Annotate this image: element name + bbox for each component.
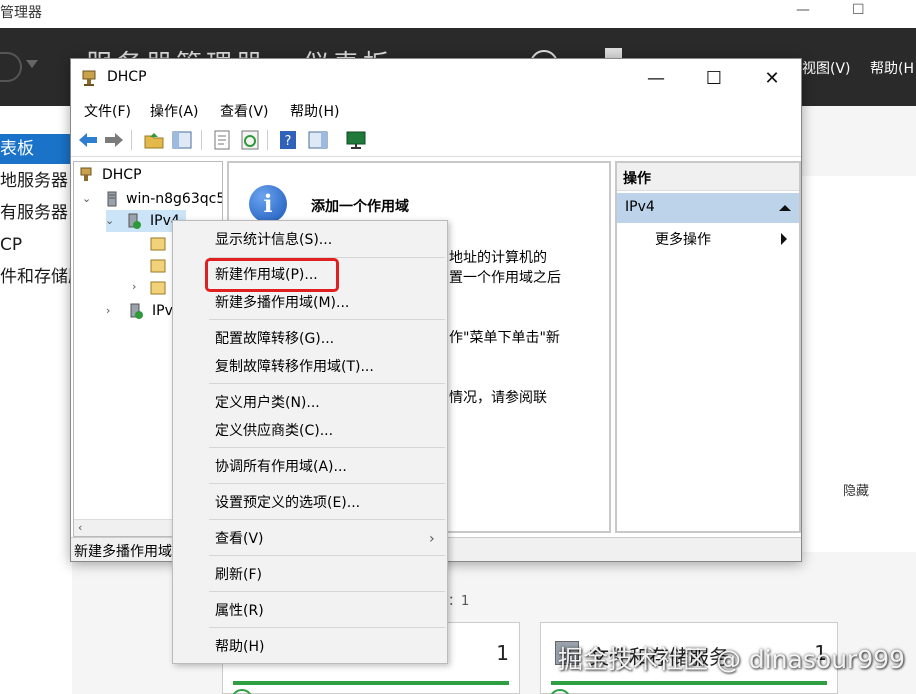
- menu-separator: [209, 555, 445, 556]
- sidebar-item-dashboard[interactable]: 表板: [0, 134, 72, 164]
- status-text: 新建多播作用域: [74, 544, 172, 560]
- center-title: 添加一个作用域: [311, 199, 409, 215]
- center-text-line: 地址的计算机的: [449, 250, 547, 266]
- sidebar-item-local-server[interactable]: 地服务器: [0, 166, 72, 196]
- server-options-icon[interactable]: [150, 236, 166, 252]
- menu-item-show-statistics[interactable]: 显示统计信息(S)...: [173, 225, 447, 255]
- menu-separator: [209, 447, 445, 448]
- maximize-button[interactable]: ☐: [685, 59, 743, 97]
- console-tree-icon[interactable]: [171, 129, 193, 151]
- svg-text:?: ?: [285, 134, 292, 149]
- toolbar-separator: [131, 130, 132, 150]
- hide-link[interactable]: 隐藏: [843, 480, 869, 499]
- sidebar-item-file-storage[interactable]: 件和存储服: [0, 262, 72, 292]
- menu-separator: [209, 627, 445, 628]
- dhcp-titlebar[interactable]: DHCP — ☐ ✕: [71, 59, 801, 97]
- actions-section-label: IPv4: [625, 199, 655, 215]
- server-manager-menu-view[interactable]: 视图(V): [802, 58, 851, 78]
- role-group-label: ：1: [448, 594, 470, 609]
- scroll-left-icon[interactable]: ‹: [78, 521, 82, 534]
- ipv6-icon: [130, 303, 143, 319]
- context-menu: 显示统计信息(S)... 新建作用域(P)... 新建多播作用域(M)... 配…: [172, 220, 448, 664]
- ipv4-icon: [128, 213, 141, 229]
- chevron-down-icon[interactable]: ⌄: [82, 188, 92, 210]
- help-icon[interactable]: ?: [277, 129, 299, 151]
- watermark: 掘金技术社区 @ dinasour999: [558, 645, 906, 674]
- center-text-line: 情况，请参阅联: [449, 390, 547, 406]
- dhcp-toolbar: ?: [71, 123, 801, 157]
- toolbar-separator: [201, 130, 202, 150]
- chevron-right-icon[interactable]: [781, 233, 787, 245]
- menu-separator: [209, 383, 445, 384]
- toolbar-separator: [267, 130, 268, 150]
- center-text-line: 作"菜单下单击"新: [449, 330, 560, 346]
- tile-count: 1: [496, 641, 509, 665]
- properties-icon[interactable]: [211, 129, 233, 151]
- menu-item-configure-failover[interactable]: 配置故障转移(G)...: [173, 324, 447, 354]
- menu-item-define-vendor-classes[interactable]: 定义供应商类(C)...: [173, 416, 447, 446]
- server-icon: [107, 191, 117, 207]
- menu-separator: [209, 591, 445, 592]
- menu-item-properties[interactable]: 属性(R): [173, 596, 447, 626]
- up-folder-icon[interactable]: [143, 129, 165, 151]
- monitor-icon[interactable]: [345, 129, 367, 151]
- menu-item-view[interactable]: 查看(V): [173, 524, 447, 554]
- menu-file[interactable]: 文件(F): [84, 101, 131, 121]
- info-icon: i: [249, 185, 287, 223]
- chevron-right-icon[interactable]: ›: [132, 276, 142, 298]
- menu-separator: [209, 483, 445, 484]
- server-manager-title: 管理器: [0, 5, 42, 21]
- menu-separator: [209, 519, 445, 520]
- menu-view[interactable]: 查看(V): [220, 101, 269, 121]
- menu-item-set-predefined-options[interactable]: 设置预定义的选项(E)...: [173, 488, 447, 518]
- tree-label-server: win-n8g63qc5: [126, 191, 223, 207]
- server-manager-minimize-button[interactable]: —: [796, 2, 810, 18]
- status-ok-icon: [231, 689, 253, 694]
- tile-status-bar: [233, 681, 509, 685]
- menu-help[interactable]: 帮助(H): [290, 101, 339, 121]
- collapse-icon[interactable]: [779, 205, 791, 211]
- action-pane-icon[interactable]: [307, 129, 329, 151]
- menu-action[interactable]: 操作(A): [150, 101, 199, 121]
- actions-pane: 操作 IPv4 更多操作: [615, 161, 801, 533]
- sidebar-item-all-servers[interactable]: 有服务器: [0, 198, 72, 228]
- sidebar-item-dhcp[interactable]: CP: [0, 230, 72, 260]
- server-manager-titlebar: 管理器 — ☐: [0, 0, 916, 28]
- center-text-line: 置一个作用域之后: [449, 270, 561, 286]
- status-ok-icon: [549, 689, 571, 694]
- filters-icon[interactable]: [150, 280, 166, 296]
- refresh-icon[interactable]: [239, 129, 261, 151]
- menu-item-reconcile-all-scopes[interactable]: 协调所有作用域(A)...: [173, 452, 447, 482]
- server-manager-maximize-button[interactable]: ☐: [852, 2, 865, 18]
- menu-item-help[interactable]: 帮助(H): [173, 632, 447, 662]
- tree-label-dhcp: DHCP: [102, 167, 142, 183]
- menu-item-refresh[interactable]: 刷新(F): [173, 560, 447, 590]
- actions-header: 操作: [617, 163, 799, 191]
- close-button[interactable]: ✕: [743, 59, 801, 97]
- actions-section-ipv4[interactable]: IPv4: [617, 193, 799, 223]
- more-actions[interactable]: 更多操作: [655, 229, 711, 249]
- chevron-down-icon[interactable]: ⌄: [105, 210, 115, 232]
- minimize-button[interactable]: —: [627, 59, 685, 97]
- chevron-right-icon[interactable]: ›: [106, 300, 116, 322]
- policies-icon[interactable]: [150, 258, 166, 274]
- chevron-down-icon[interactable]: [26, 60, 38, 68]
- menu-item-new-multicast-scope[interactable]: 新建多播作用域(M)...: [173, 288, 447, 318]
- submenu-arrow-icon: ›: [429, 531, 435, 547]
- server-manager-menu-help[interactable]: 帮助(H: [870, 58, 914, 78]
- dhcp-window-title: DHCP: [107, 69, 147, 85]
- dhcp-app-icon: [82, 70, 96, 86]
- dhcp-node-icon: [80, 167, 92, 181]
- menu-item-replicate-failover-scopes[interactable]: 复制故障转移作用域(T)...: [173, 352, 447, 382]
- dhcp-menubar: 文件(F) 操作(A) 查看(V) 帮助(H): [71, 97, 801, 123]
- server-manager-sidebar: 表板 地服务器 有服务器 CP 件和存储服: [0, 106, 72, 694]
- tile-status-bar: [551, 681, 827, 685]
- menu-item-define-user-classes[interactable]: 定义用户类(N)...: [173, 388, 447, 418]
- forward-arrow-icon[interactable]: [103, 129, 125, 151]
- back-arrow-icon[interactable]: [77, 129, 99, 151]
- highlight-annotation: [205, 258, 339, 292]
- menu-separator: [209, 319, 445, 320]
